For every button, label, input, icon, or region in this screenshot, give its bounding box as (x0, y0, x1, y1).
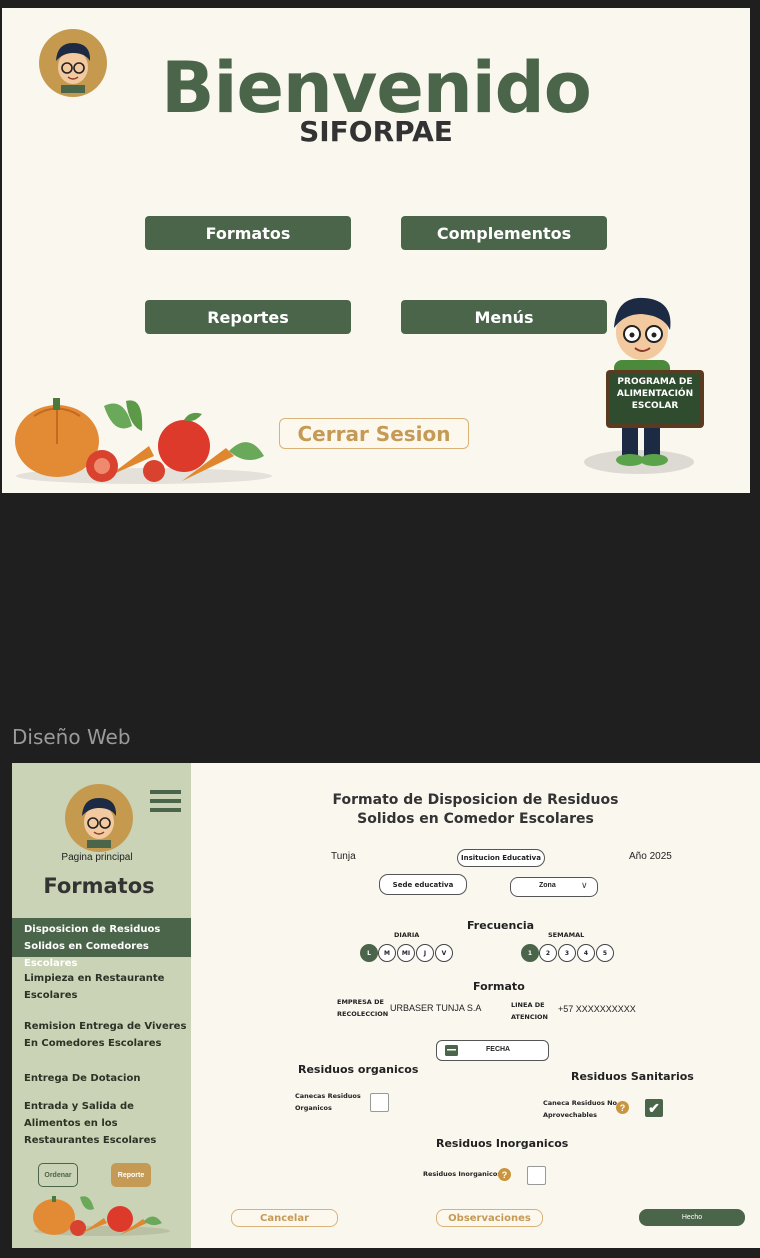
logout-button[interactable]: Cerrar Sesion (279, 418, 469, 449)
company-label: EMPRESA DE RECOLECCION (337, 996, 388, 1020)
sidebar-item-dotacion[interactable]: Entrega De Dotacion (12, 1070, 191, 1087)
frequency-heading: Frecuencia (467, 919, 535, 932)
organic-label-line2: Organicos (295, 1104, 332, 1112)
form-screen: Pagina principal Formatos Disposicion de… (12, 763, 760, 1248)
daily-option-v[interactable]: V (435, 944, 453, 962)
reportes-button[interactable]: Reportes (145, 300, 351, 334)
institution-select[interactable]: Insitucion Educativa (457, 849, 545, 867)
vegetables-illustration (33, 1196, 170, 1236)
company-label-line1: EMPRESA DE (337, 998, 384, 1006)
help-icon[interactable]: ? (498, 1168, 511, 1181)
format-heading: Formato (473, 980, 525, 993)
formatos-button[interactable]: Formatos (145, 216, 351, 250)
section-label: Diseño Web (12, 725, 131, 749)
sidebar: Pagina principal Formatos Disposicion de… (12, 763, 191, 1248)
company-value: URBASER TUNJA S.A (390, 1003, 482, 1013)
date-label: FECHA (486, 1046, 511, 1053)
organic-checkbox[interactable] (370, 1093, 389, 1112)
line-label-line2: ATENCION (511, 1013, 548, 1021)
daily-option-m[interactable]: M (378, 944, 396, 962)
order-button[interactable]: Ordenar (38, 1163, 78, 1187)
program-sign: PROGRAMA DE ALIMENTACIÓN ESCOLAR (616, 377, 694, 411)
calendar-icon (445, 1045, 458, 1056)
welcome-subtitle: SIFORPAE (299, 115, 453, 148)
chevron-down-icon: ∨ (581, 880, 588, 890)
inorganic-heading: Residuos Inorganicos (436, 1137, 569, 1150)
form-title-line2: Solidos en Comedor Escolares (357, 811, 594, 827)
avatar (65, 784, 133, 852)
sanitary-label-line1: Caneca Residuos No (543, 1099, 617, 1107)
weekly-label: SEMAMAL (548, 931, 585, 939)
line-label: LINEA DE ATENCION (511, 999, 548, 1023)
inorganic-checkbox[interactable] (527, 1166, 546, 1185)
line-value: +57 XXXXXXXXXX (558, 1004, 636, 1014)
observations-button[interactable]: Observaciones (436, 1209, 543, 1227)
zona-select[interactable]: Zona ∨ (510, 877, 598, 897)
sanitary-checkbox[interactable]: ✔ (645, 1099, 663, 1117)
menu-icon[interactable] (150, 790, 181, 812)
zona-label: Zona (539, 882, 556, 889)
sanitary-label-line2: Aprovechables (543, 1111, 598, 1119)
vegetables-illustration (15, 398, 272, 484)
city-label: Tunja (331, 851, 356, 862)
weekly-option-4[interactable]: 4 (577, 944, 595, 962)
weekly-option-2[interactable]: 2 (539, 944, 557, 962)
sidebar-item-limpieza[interactable]: Limpieza en Restaurante Escolares (12, 970, 191, 1004)
complementos-button[interactable]: Complementos (401, 216, 607, 250)
sidebar-item-residuos[interactable]: Disposicion de Residuos Solidos en Comed… (12, 918, 191, 969)
welcome-screen: Bienvenido SIFORPAE Formatos Complemento… (2, 8, 750, 493)
home-link[interactable]: Pagina principal (12, 852, 182, 863)
sede-select[interactable]: Sede educativa (379, 874, 467, 895)
sanitary-label: Caneca Residuos No Aprovechables (543, 1097, 617, 1121)
organic-heading: Residuos organicos (298, 1063, 419, 1076)
sanitary-heading: Residuos Sanitarios (571, 1070, 694, 1083)
inorganic-label: Residuos Inorganicos (423, 1170, 502, 1178)
weekly-option-5[interactable]: 5 (596, 944, 614, 962)
cancel-button[interactable]: Cancelar (231, 1209, 338, 1227)
daily-label: DIARIA (394, 931, 420, 939)
organic-label-line1: Canecas Residuos (295, 1092, 361, 1100)
checkmark-icon: ✔ (648, 1099, 660, 1116)
report-button[interactable]: Reporte (111, 1163, 151, 1187)
done-button[interactable]: Hecho (639, 1209, 745, 1226)
help-icon[interactable]: ? (616, 1101, 629, 1114)
daily-option-mi[interactable]: MI (397, 944, 415, 962)
sidebar-heading: Formatos (43, 874, 155, 898)
line-label-line1: LINEA DE (511, 1001, 545, 1009)
year-label: Año 2025 (629, 851, 672, 862)
weekly-option-1[interactable]: 1 (521, 944, 539, 962)
menus-button[interactable]: Menús (401, 300, 607, 334)
daily-option-j[interactable]: J (416, 944, 434, 962)
daily-option-l[interactable]: L (360, 944, 378, 962)
form-title: Formato de Disposicion de Residuos Solid… (191, 791, 760, 829)
weekly-option-3[interactable]: 3 (558, 944, 576, 962)
date-field[interactable]: FECHA (436, 1040, 549, 1061)
sidebar-item-viveres[interactable]: Remision Entrega de Viveres En Comedores… (12, 1018, 191, 1052)
organic-label: Canecas Residuos Organicos (295, 1090, 361, 1114)
company-label-line2: RECOLECCION (337, 1010, 389, 1018)
form-title-line1: Formato de Disposicion de Residuos (332, 792, 619, 808)
sidebar-item-alimentos[interactable]: Entrada y Salida de Alimentos en los Res… (12, 1098, 191, 1149)
